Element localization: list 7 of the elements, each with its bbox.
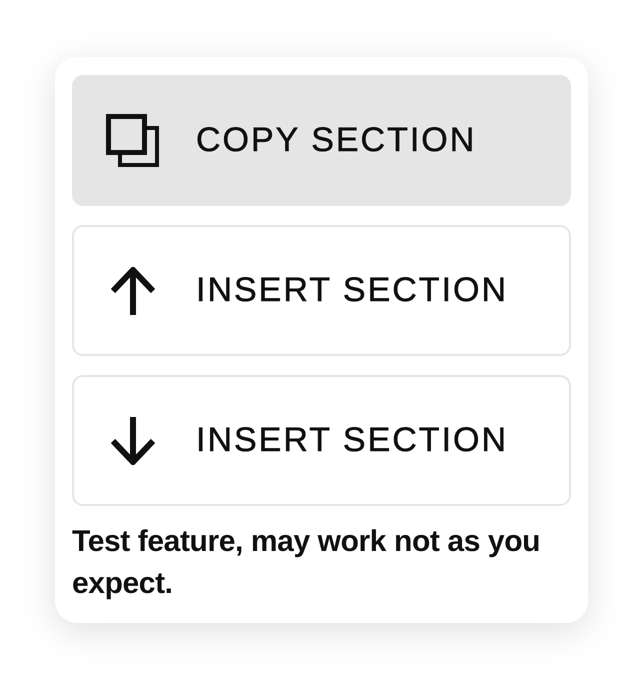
menu-item[interactable]: INSERT SECTION bbox=[72, 225, 571, 356]
note-text: Test feature, may work not as you expect. bbox=[72, 524, 542, 602]
arrow-up-icon bbox=[110, 266, 154, 314]
copy-icon bbox=[106, 114, 159, 167]
menu-item[interactable]: INSERT SECTION bbox=[72, 375, 571, 506]
menu-item[interactable]: COPY SECTION bbox=[72, 75, 571, 206]
arrow-down-icon bbox=[110, 416, 154, 464]
